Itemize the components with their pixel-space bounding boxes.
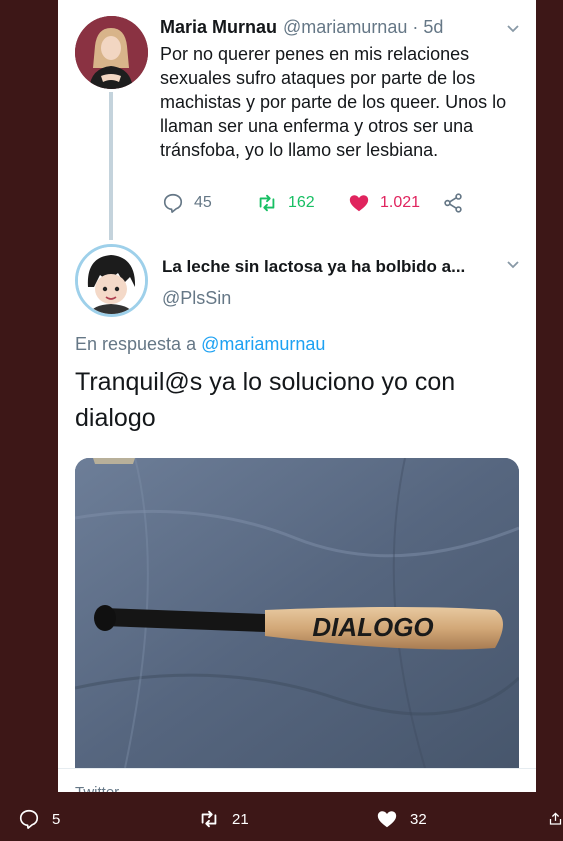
bottom-reply-count: 5 <box>52 810 61 828</box>
tweet1-handle[interactable]: @mariamurnau · 5d <box>283 17 443 37</box>
reply-icon <box>163 193 183 213</box>
bottom-reply-button[interactable]: 5 <box>18 808 60 830</box>
share-icon <box>444 193 462 213</box>
reply-context: En respuesta a @mariamurnau <box>75 334 325 355</box>
avatar-plssin[interactable] <box>75 244 148 317</box>
bat-label: DIALOGO <box>312 612 433 642</box>
reply-prefix: En respuesta a <box>75 334 197 354</box>
chevron-down-icon[interactable] <box>506 258 520 272</box>
bottom-like-count: 32 <box>410 810 427 828</box>
bottom-share-button[interactable] <box>548 808 563 830</box>
tweet1-author-name[interactable]: Maria Murnau <box>160 17 277 37</box>
bottom-retweet-button[interactable]: 21 <box>198 808 249 830</box>
retweet-count: 162 <box>288 194 315 211</box>
tweet-card: Maria Murnau @mariamurnau · 5d Por no que… <box>58 0 536 792</box>
avatar-maria[interactable] <box>75 16 148 89</box>
retweet-icon <box>259 194 275 212</box>
share-button[interactable] <box>442 192 464 214</box>
tweet2-handle[interactable]: @PlsSin <box>162 288 231 309</box>
reply-icon <box>19 809 39 829</box>
bottom-action-bar: 5 21 32 <box>0 796 563 841</box>
like-button[interactable]: 1.021 <box>348 192 420 214</box>
chevron-down-icon[interactable] <box>506 22 520 36</box>
tweet2-author-name[interactable]: La leche sin lactosa ya ha bolbido a... <box>162 257 465 277</box>
tweet2-footer: Twitter <box>75 784 119 792</box>
bottom-retweet-count: 21 <box>232 810 249 828</box>
like-count: 1.021 <box>380 194 421 211</box>
reply-mention-link[interactable]: @mariamurnau <box>201 334 325 354</box>
tweet1-header: Maria Murnau @mariamurnau · 5d <box>160 17 443 38</box>
retweet-icon <box>201 810 217 828</box>
retweet-button[interactable]: 162 <box>256 192 315 214</box>
reply-count: 45 <box>194 194 212 211</box>
thread-connector <box>109 92 113 240</box>
tweet2-text: Tranquil@s ya lo soluciono yo con dialog… <box>75 368 456 432</box>
divider <box>58 768 536 769</box>
heart-icon <box>349 195 369 212</box>
heart-icon <box>377 811 397 828</box>
tweet1-text: Por no querer penes en mis relaciones se… <box>160 44 507 160</box>
share-icon <box>549 812 562 825</box>
tweet2-photo[interactable]: DIALOGO <box>75 458 519 768</box>
reply-button[interactable]: 45 <box>162 192 212 214</box>
bottom-like-button[interactable]: 32 <box>376 808 427 830</box>
